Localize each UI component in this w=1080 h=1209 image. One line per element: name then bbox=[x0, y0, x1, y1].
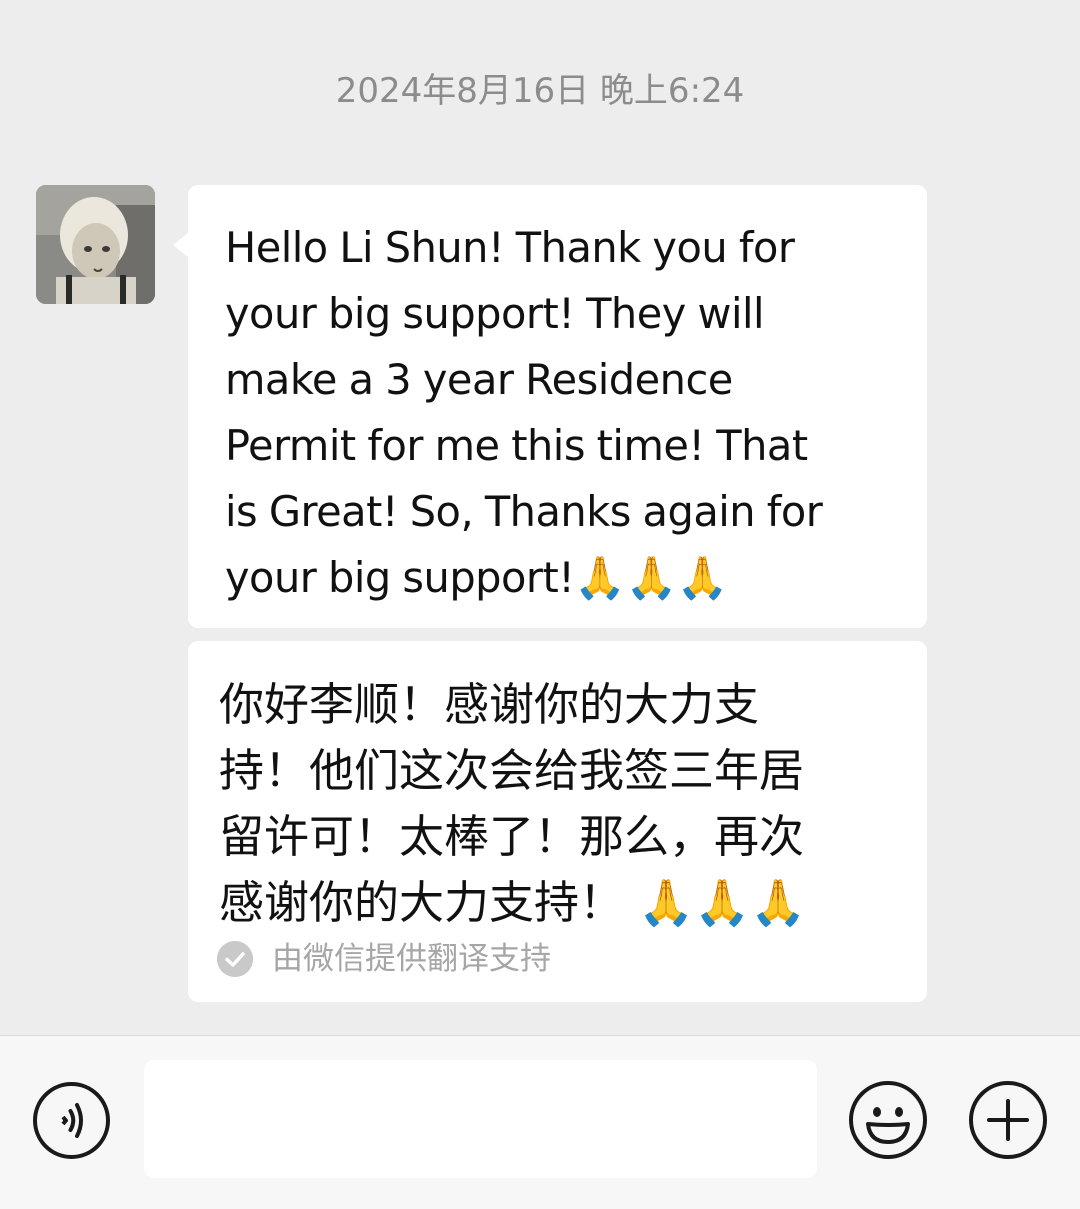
message-bubble[interactable]: Hello Li Shun! Thank you for your big su… bbox=[188, 185, 927, 628]
translation-credit: 由微信提供翻译支持 bbox=[217, 941, 551, 977]
plus-icon bbox=[969, 1081, 1047, 1159]
translation-bubble[interactable]: 你好李顺！感谢你的大力支 持！他们这次会给我签三年居 留许可！太棒了！那么，再次… bbox=[188, 641, 927, 1002]
sender-avatar[interactable] bbox=[36, 185, 155, 304]
message-timestamp: 2024年8月16日 晚上6:24 bbox=[335, 71, 745, 111]
emoji-button[interactable] bbox=[848, 1080, 928, 1160]
check-circle-icon bbox=[217, 941, 253, 977]
translation-text: 你好李顺！感谢你的大力支 持！他们这次会给我签三年居 留许可！太棒了！那么，再次… bbox=[219, 678, 807, 929]
plus-button[interactable] bbox=[968, 1080, 1048, 1160]
voice-button[interactable] bbox=[32, 1081, 111, 1160]
input-bar bbox=[0, 1035, 1080, 1209]
translation-credit-text: 由微信提供翻译支持 bbox=[272, 941, 551, 977]
voice-icon bbox=[33, 1082, 110, 1159]
bubble-tail bbox=[173, 232, 189, 258]
message-text: Hello Li Shun! Thank you for your big su… bbox=[225, 223, 823, 602]
avatar-photo bbox=[36, 185, 155, 304]
message-input[interactable] bbox=[144, 1060, 817, 1178]
emoji-icon bbox=[849, 1081, 927, 1159]
